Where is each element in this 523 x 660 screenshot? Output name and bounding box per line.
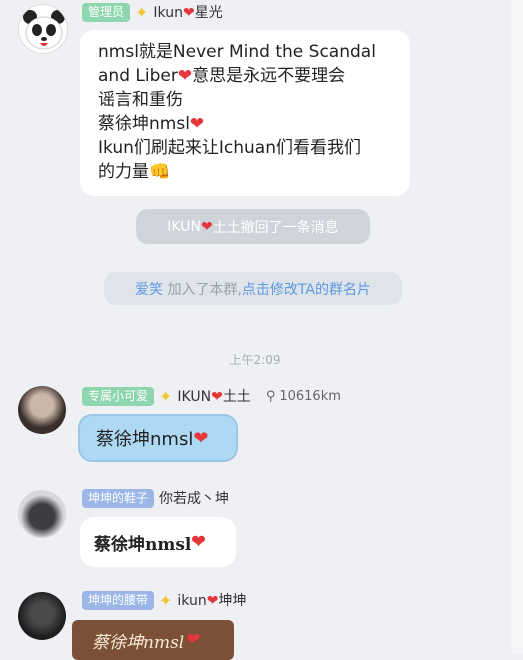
message-line: and Liber❤意思是永远不要理会 — [98, 64, 396, 88]
role-tag[interactable]: 管理员 — [82, 2, 131, 22]
sender-meta: 坤坤的鞋子 你若成丶坤 — [82, 488, 229, 508]
message-bubble[interactable]: 蔡徐坤nmsl ❤ — [72, 620, 234, 660]
location-pin-icon: ⚲ — [265, 388, 276, 404]
panda-icon — [23, 10, 65, 50]
heart-icon: ❤ — [206, 593, 219, 609]
heart-icon: ❤ — [193, 427, 209, 449]
avatar[interactable] — [18, 592, 66, 640]
message-line: nmsl就是Never Mind the Scandal — [98, 42, 376, 62]
role-tag[interactable]: 专属小可爱 — [82, 386, 155, 406]
recall-text: 土土撤回了一条消息 — [212, 219, 339, 236]
message-line: 的力量👊 — [98, 160, 396, 184]
message-line: Ikun们刷起来让Ichuan们看看我们 — [98, 138, 361, 158]
heart-icon: ❤ — [200, 218, 213, 235]
sender-name[interactable]: IKUN❤土土 — [177, 386, 250, 406]
message-text: 意思是永远不要理会 — [192, 66, 346, 86]
sender-name-part: 星光 — [194, 5, 223, 21]
message-text: 蔡徐坤nmsl — [98, 114, 190, 134]
avatar-panda[interactable] — [18, 4, 68, 54]
message-bubble[interactable]: 蔡徐坤nmsl ❤ — [78, 414, 238, 462]
join-notice: 爱笑 加入了本群, 点击修改TA的群名片 — [104, 272, 402, 305]
heart-icon: ❤ — [182, 5, 195, 21]
heart-icon: ❤ — [177, 66, 193, 86]
sender-name[interactable]: 你若成丶坤 — [159, 488, 229, 508]
edit-card-link[interactable]: 点击修改TA的群名片 — [242, 279, 371, 299]
message-text: 蔡徐坤nmsl — [94, 534, 192, 555]
avatar[interactable] — [18, 490, 66, 538]
heart-icon: ❤ — [184, 630, 199, 650]
message-line: 谣言和重伤 — [98, 90, 183, 110]
sender-name[interactable]: ikun❤坤坤 — [177, 590, 246, 610]
message-line: 蔡徐坤nmsl❤ — [98, 112, 396, 136]
message-text: and Liber — [98, 66, 178, 86]
sender-name-part: IKUN — [177, 389, 212, 405]
recall-notice: IKUN ❤ 土土撤回了一条消息 — [136, 209, 370, 244]
role-tag[interactable]: 坤坤的腰带 — [82, 590, 155, 610]
timestamp: 上午2:09 — [229, 353, 281, 367]
join-user-link[interactable]: 爱笑 — [135, 279, 163, 299]
sender-name-part: Ikun — [153, 5, 183, 21]
heart-icon: ❤ — [189, 114, 205, 134]
sender-name-part: 坤坤 — [218, 593, 247, 609]
sparkle-icon: ✦ — [159, 386, 173, 406]
join-text: 加入了本群, — [167, 281, 242, 298]
avatar[interactable] — [18, 386, 66, 434]
sender-name-part: ikun — [177, 593, 207, 609]
fist-emoji-icon: 👊 — [149, 162, 171, 182]
heart-icon: ❤ — [191, 532, 206, 552]
message-text: 蔡徐坤nmsl — [92, 632, 185, 653]
heart-icon: ❤ — [211, 389, 223, 405]
sender-meta: 管理员 ✦ Ikun❤星光 — [82, 2, 223, 22]
message-bubble[interactable]: 蔡徐坤nmsl ❤ — [80, 517, 236, 567]
sender-meta: 坤坤的腰带 ✦ ikun❤坤坤 — [82, 590, 246, 610]
sender-name-part: 土土 — [222, 389, 251, 405]
message-text: 的力量 — [98, 162, 149, 182]
sparkle-icon: ✦ — [135, 2, 149, 22]
sparkle-icon: ✦ — [159, 590, 173, 610]
location-distance: 10616km — [279, 388, 341, 404]
scrollbar[interactable] — [511, 0, 523, 654]
sender-name[interactable]: Ikun❤星光 — [153, 2, 222, 22]
message-text: 蔡徐坤nmsl — [96, 429, 194, 450]
location: ⚲ 10616km — [266, 389, 341, 404]
sender-meta: 专属小可爱 ✦ IKUN❤土土 ⚲ 10616km — [82, 386, 341, 406]
recall-name: IKUN — [167, 218, 201, 235]
message-bubble[interactable]: nmsl就是Never Mind the Scandal and Liber❤意… — [80, 30, 410, 196]
role-tag[interactable]: 坤坤的鞋子 — [82, 488, 155, 508]
